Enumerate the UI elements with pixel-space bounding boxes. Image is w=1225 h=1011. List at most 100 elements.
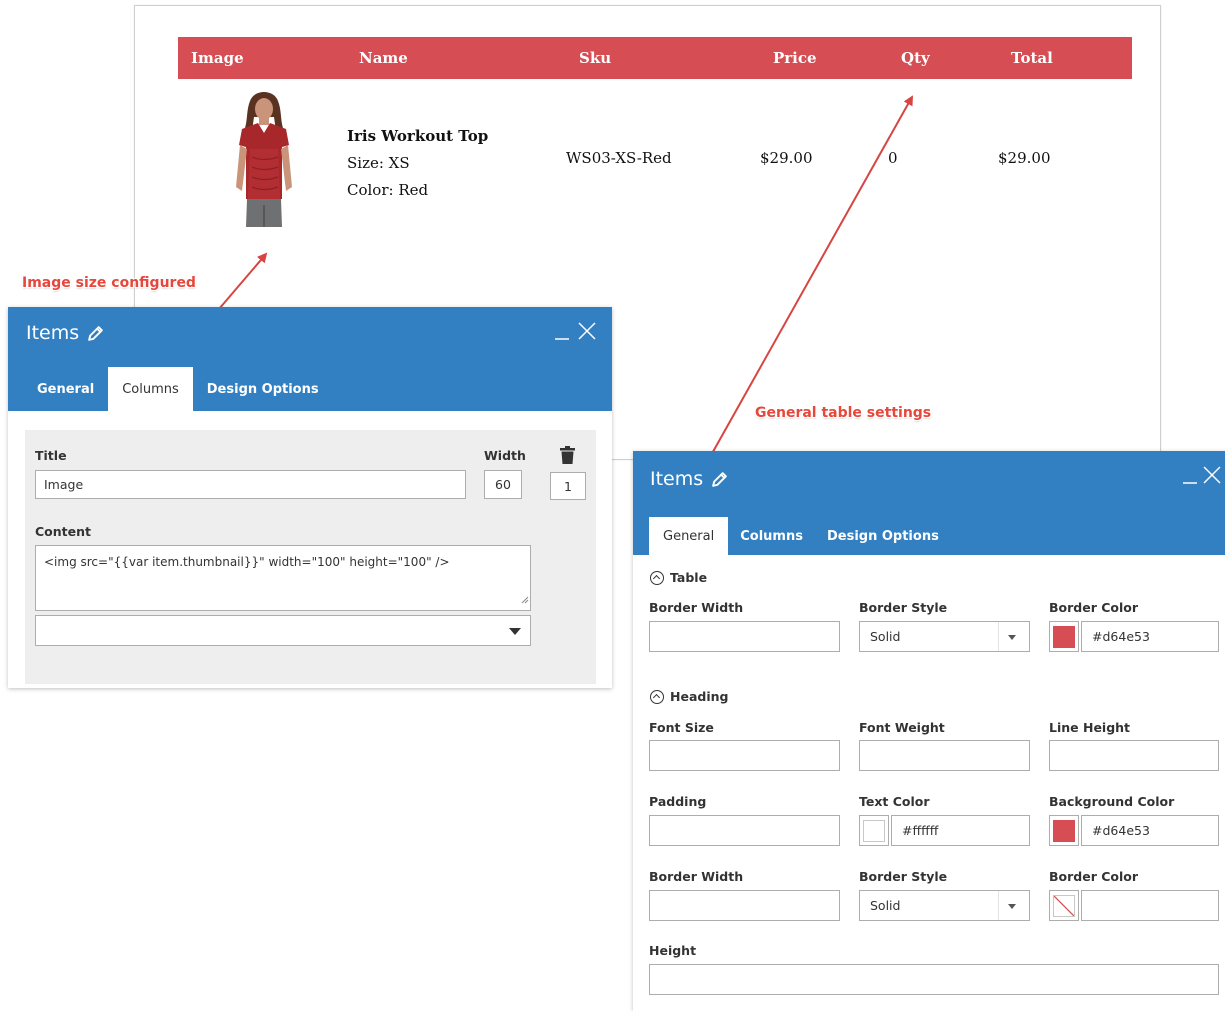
dialog-tabs: General Columns Design Options: [23, 367, 333, 411]
product-name: Iris Workout Top: [347, 127, 489, 145]
select-divider: [998, 891, 999, 920]
chevron-up-circle-icon: [650, 570, 664, 585]
table-section-toggle[interactable]: Table: [650, 570, 707, 585]
close-icon[interactable]: [1203, 465, 1221, 490]
items-columns-dialog: Items General Columns Design Options Tit…: [8, 307, 612, 688]
column-editor-panel: Title Image Width 60 1 Content <img src=…: [25, 430, 596, 684]
product-color: Color: Red: [347, 181, 429, 199]
chevron-down-icon: [509, 628, 521, 635]
color-swatch-fill: [1053, 819, 1075, 842]
color-swatch-fill: [863, 819, 885, 842]
cell-price: $29.00: [760, 149, 813, 167]
heading-border-color-swatch[interactable]: [1049, 890, 1079, 921]
height-input[interactable]: [649, 964, 1219, 995]
color-swatch-fill: [1053, 625, 1075, 648]
pencil-icon[interactable]: [87, 325, 104, 342]
column-content-textarea[interactable]: <img src="{{var item.thumbnail}}" width=…: [35, 545, 531, 611]
heading-section-toggle[interactable]: Heading: [650, 689, 728, 704]
text-color-label: Text Color: [859, 794, 930, 809]
header-qty: Qty: [888, 37, 998, 79]
minimize-icon[interactable]: [1183, 463, 1197, 491]
line-height-label: Line Height: [1049, 720, 1131, 735]
dialog-title-text: Items: [26, 322, 80, 344]
tab-columns[interactable]: Columns: [108, 367, 193, 411]
padding-label: Padding: [649, 794, 707, 809]
font-weight-input[interactable]: [859, 740, 1030, 771]
table-border-style-label: Border Style: [859, 600, 948, 615]
background-color-swatch[interactable]: [1049, 815, 1079, 846]
heading-border-style-value: Solid: [870, 898, 901, 913]
header-sku: Sku: [566, 37, 760, 79]
table-border-width-label: Border Width: [649, 600, 744, 615]
background-color-input[interactable]: #d64e53: [1081, 815, 1219, 846]
title-label: Title: [35, 448, 67, 463]
dialog-controls: [1183, 465, 1221, 491]
dialog-controls: [555, 321, 596, 347]
pencil-icon[interactable]: [711, 471, 728, 488]
items-general-dialog: Items General Columns Design Options Tab…: [633, 451, 1225, 1011]
font-size-label: Font Size: [649, 720, 714, 735]
chevron-down-icon: [1008, 904, 1016, 909]
tab-columns[interactable]: Columns: [728, 517, 815, 555]
table-section-title: Table: [670, 570, 708, 585]
header-name: Name: [346, 37, 566, 79]
padding-input[interactable]: [649, 815, 840, 846]
heading-border-width-label: Border Width: [649, 869, 744, 884]
table-border-color-input[interactable]: #d64e53: [1081, 621, 1219, 652]
annotation-general-settings: General table settings: [755, 405, 932, 421]
background-color-label: Background Color: [1049, 794, 1175, 809]
annotation-image-size: Image size configured: [22, 275, 196, 291]
heading-border-style-select[interactable]: Solid: [859, 890, 1030, 921]
line-height-input[interactable]: [1049, 740, 1219, 771]
content-label: Content: [35, 524, 91, 539]
product-size: Size: XS: [347, 154, 410, 172]
dialog-tabs: General Columns Design Options: [649, 517, 951, 555]
font-size-input[interactable]: [649, 740, 840, 771]
text-color-swatch[interactable]: [859, 815, 889, 846]
heading-border-width-input[interactable]: [649, 890, 840, 921]
cell-name: Iris Workout Top Size: XS Color: Red: [346, 79, 566, 227]
no-color-icon: [1053, 894, 1075, 917]
column-width-input[interactable]: 60: [484, 470, 522, 499]
table-border-color-swatch[interactable]: [1049, 621, 1079, 652]
column-order-input[interactable]: 1: [550, 472, 586, 500]
content-text: <img src="{{var item.thumbnail}}" width=…: [44, 555, 450, 569]
cell-total: $29.00: [998, 149, 1051, 167]
table-border-color-label: Border Color: [1049, 600, 1139, 615]
table-border-width-input[interactable]: [649, 621, 840, 652]
dialog-title: Items: [650, 468, 728, 490]
dialog-header: Items General Columns Design Options: [8, 307, 612, 411]
header-image: Image: [178, 37, 346, 79]
dialog-title-text: Items: [650, 468, 704, 490]
tab-general[interactable]: General: [23, 367, 108, 411]
close-icon[interactable]: [578, 321, 596, 346]
content-variable-select[interactable]: [35, 615, 531, 646]
cell-sku: WS03-XS-Red: [566, 149, 672, 167]
resize-grip-icon[interactable]: [521, 593, 529, 609]
trash-icon[interactable]: [560, 446, 575, 468]
product-image: [192, 87, 332, 227]
table-border-style-select[interactable]: Solid: [859, 621, 1030, 652]
chevron-down-icon: [1008, 635, 1016, 640]
header-price: Price: [760, 37, 888, 79]
table-row: Iris Workout Top Size: XS Color: Red WS0…: [178, 79, 1132, 227]
heading-border-color-input[interactable]: [1081, 890, 1219, 921]
font-weight-label: Font Weight: [859, 720, 945, 735]
heading-border-style-label: Border Style: [859, 869, 948, 884]
dialog-header: Items General Columns Design Options: [633, 451, 1225, 555]
column-title-input[interactable]: Image: [35, 470, 466, 499]
tab-general[interactable]: General: [649, 517, 729, 555]
heading-section-title: Heading: [670, 689, 729, 704]
heading-border-color-label: Border Color: [1049, 869, 1139, 884]
tab-design-options[interactable]: Design Options: [815, 517, 951, 555]
dialog-title: Items: [26, 322, 104, 344]
table-border-style-value: Solid: [870, 629, 901, 644]
tab-design-options[interactable]: Design Options: [193, 367, 333, 411]
cell-image: [178, 79, 346, 227]
minimize-icon[interactable]: [555, 319, 569, 347]
items-table: Image Name Sku Price Qty Total Iris Work…: [178, 37, 1132, 227]
select-divider: [998, 622, 999, 651]
table-header-row: Image Name Sku Price Qty Total: [178, 37, 1132, 79]
text-color-input[interactable]: #ffffff: [891, 815, 1030, 846]
width-label: Width: [484, 448, 526, 463]
